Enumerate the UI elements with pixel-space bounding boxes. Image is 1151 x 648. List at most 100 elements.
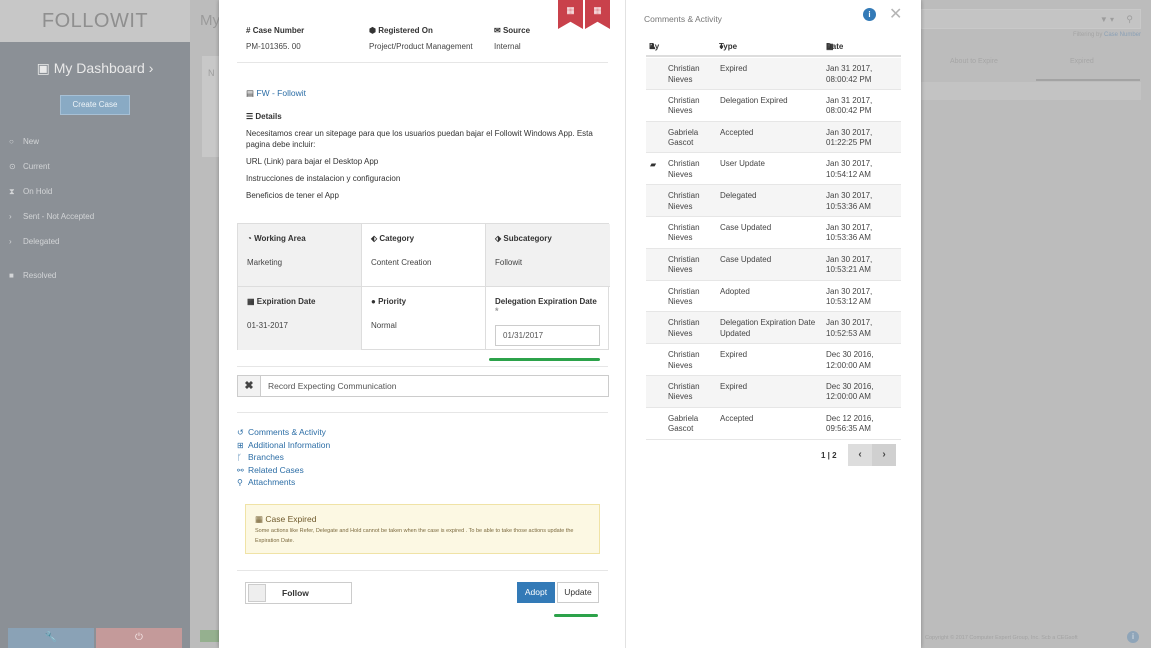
- details-heading: ☰ Details: [246, 112, 282, 121]
- wrench-button[interactable]: 🔧: [8, 628, 94, 648]
- row-date: Jan 31 2017, 08:00:42 PM: [826, 95, 873, 116]
- row-type: Adopted: [720, 286, 750, 296]
- tab-about-to-expire[interactable]: About to Expire: [950, 58, 998, 65]
- details-label: Details: [255, 112, 282, 121]
- source-value: Internal: [494, 42, 521, 51]
- follow-checkbox[interactable]: [248, 584, 266, 602]
- related-cases-link[interactable]: ⚯ Related Cases: [237, 465, 330, 478]
- chevron-left-icon: ‹: [858, 449, 862, 460]
- sidebar-item-resolved[interactable]: ■ Resolved: [0, 263, 190, 288]
- table-row[interactable]: Christian Nieves Delegation Expired Jan 31…: [646, 90, 901, 122]
- table-row[interactable]: Christian Nieves Case Updated Jan 30 2017,…: [646, 217, 901, 249]
- follow-label: Follow: [282, 588, 309, 598]
- update-button[interactable]: Update: [557, 582, 599, 603]
- row-by: Christian Nieves: [668, 350, 700, 370]
- row-date: Dec 12 2016, 09:56:35 AM: [826, 413, 874, 434]
- table-row[interactable]: Gabriela Gascot Accepted Dec 12 2016, 09:5…: [646, 408, 901, 440]
- record-communication-text: Record Expecting Communication: [268, 381, 397, 391]
- search-icon[interactable]: ⚲: [1126, 14, 1133, 25]
- help-icon[interactable]: i: [1127, 631, 1139, 643]
- row-date: Jan 30 2017, 10:54:12 AM: [826, 159, 873, 179]
- filter-icon[interactable]: ▼ ▾: [1100, 15, 1114, 24]
- alert-body: Some actions like Refer, Delegate and Ho…: [255, 528, 574, 544]
- case-expired-alert: ▦ Case Expired Some actions like Refer, …: [245, 504, 600, 554]
- attachments-link[interactable]: ⚲ Attachments: [237, 477, 330, 490]
- search-input[interactable]: ▼ ▾ ⚲: [921, 9, 1141, 29]
- adopt-button[interactable]: Adopt: [517, 582, 555, 603]
- table-row[interactable]: ▰ Christian Nieves User Update Jan 30 2017,…: [646, 153, 901, 186]
- table-row[interactable]: Gabriela Gascot Accepted Jan 30 2017, 01:2…: [646, 121, 901, 154]
- highlight-underline: [489, 358, 600, 361]
- row-by: Christian Nieves: [668, 381, 700, 402]
- table-row[interactable]: Christian Nieves Case Updated Jan 30 2017,…: [646, 248, 901, 281]
- record-communication-field: ✖ Record Expecting Communication: [237, 375, 609, 397]
- alert-title: Case Expired: [265, 514, 317, 524]
- row-type: Delegation Expired: [720, 95, 788, 105]
- row-by: Gabriela Gascot: [668, 127, 699, 148]
- calendar-ribbon-icon[interactable]: ▦: [558, 0, 583, 29]
- page-indicator: 1 | 2: [821, 451, 837, 460]
- filtering-field[interactable]: Case Number: [1104, 32, 1141, 38]
- row-type: Delegated: [720, 191, 757, 201]
- row-by: Christian Nieves: [668, 254, 700, 275]
- table-row[interactable]: Christian Nieves Expired Dec 30 2016, 12:0…: [646, 375, 901, 408]
- table-row[interactable]: Christian Nieves Expired Jan 31 2017, 08:0…: [646, 58, 901, 90]
- hash-icon: #: [246, 26, 251, 35]
- row-by: Christian Nieves: [668, 159, 700, 179]
- row-date: Jan 30 2017, 10:53:12 AM: [826, 286, 873, 307]
- sidebar-nav: ○ New ⊙ Current ⧗ On Hold › Sent - Not Accep…: [0, 129, 190, 288]
- details-paragraph: URL (Link) para bajar el Desktop App: [246, 157, 379, 166]
- branches-link[interactable]: ᚴ Branches: [237, 452, 330, 465]
- square-icon: ■: [9, 271, 14, 280]
- table-row[interactable]: Christian Nieves Delegation Expiration Da…: [646, 312, 901, 345]
- sidebar-item-sent-not-accepted[interactable]: › Sent - Not Accepted: [0, 204, 190, 229]
- activity-table-body: Christian Nieves Expired Jan 31 2017, 08:0…: [646, 58, 901, 440]
- close-icon[interactable]: ✖: [238, 376, 261, 396]
- background-panel: N: [202, 56, 220, 157]
- additional-information-link[interactable]: ⊞ Additional Information: [237, 440, 330, 453]
- tab-expired[interactable]: Expired: [1070, 58, 1094, 65]
- sidebar-item-new[interactable]: ○ New: [0, 129, 190, 154]
- prev-page-button[interactable]: ‹: [848, 444, 872, 466]
- comments-activity-link[interactable]: ↺ Comments & Activity: [237, 427, 330, 440]
- row-by: Christian Nieves: [668, 318, 700, 338]
- fw-followit-link[interactable]: ▤ FW - Followit: [246, 88, 306, 99]
- table-row[interactable]: Christian Nieves Delegated Jan 30 2017, 10…: [646, 185, 901, 217]
- tag-icon: ⬖: [371, 234, 378, 243]
- details-paragraph: Instrucciones de instalacion y configura…: [246, 174, 401, 183]
- divider: [237, 62, 608, 63]
- priority-value: Normal: [371, 321, 397, 330]
- row-type: Expired: [720, 64, 748, 73]
- next-page-button[interactable]: ›: [872, 444, 896, 466]
- table-row[interactable]: Christian Nieves Adopted Jan 30 2017, 10:5…: [646, 281, 901, 313]
- link-label: Additional Information: [248, 439, 331, 450]
- my-dashboard-link[interactable]: ▣ My Dashboard ›: [0, 60, 190, 77]
- chevron-right-icon: ›: [9, 212, 12, 221]
- close-modal-icon[interactable]: ✕: [889, 4, 902, 24]
- sidebar-item-on-hold[interactable]: ⧗ On Hold: [0, 179, 190, 204]
- chevron-right-icon: ›: [882, 449, 886, 460]
- row-date: Dec 30 2016, 12:00:00 AM: [826, 350, 874, 370]
- table-row[interactable]: Christian Nieves Expired Dec 30 2016, 12:0…: [646, 344, 901, 376]
- chevron-right-icon: ›: [9, 237, 12, 246]
- create-case-button[interactable]: Create Case: [60, 95, 130, 115]
- follow-toggle[interactable]: Follow: [245, 582, 352, 604]
- power-button[interactable]: ⏻: [96, 628, 182, 648]
- fw-link-label: FW - Followit: [256, 88, 306, 98]
- sidebar-item-label: New: [23, 137, 40, 146]
- priority-label: Priority: [378, 297, 407, 306]
- sidebar-item-current[interactable]: ⊙ Current: [0, 154, 190, 179]
- row-by: Christian Nieves: [668, 95, 700, 116]
- case-attributes-grid: ◔ Working Area Marketing ⬖ Category Cont…: [237, 223, 610, 350]
- activity-title: Comments & Activity: [644, 14, 722, 24]
- activity-pane: Comments & Activity i ✕ ♟ By ● Type ▦ Da…: [626, 0, 921, 648]
- working-area-cell: ◔ Working Area Marketing: [238, 224, 362, 287]
- subcategory-label: Subcategory: [503, 234, 552, 243]
- sidebar-item-label: Sent - Not Accepted: [23, 212, 95, 221]
- link-label: Attachments: [248, 477, 296, 488]
- info-icon[interactable]: i: [863, 8, 876, 21]
- sidebar-item-delegated[interactable]: › Delegated: [0, 229, 190, 254]
- calendar-ribbon-icon[interactable]: ▦: [585, 0, 610, 29]
- delegation-expiration-input[interactable]: 01/31/2017: [495, 325, 600, 346]
- link-label: Comments & Activity: [248, 427, 326, 437]
